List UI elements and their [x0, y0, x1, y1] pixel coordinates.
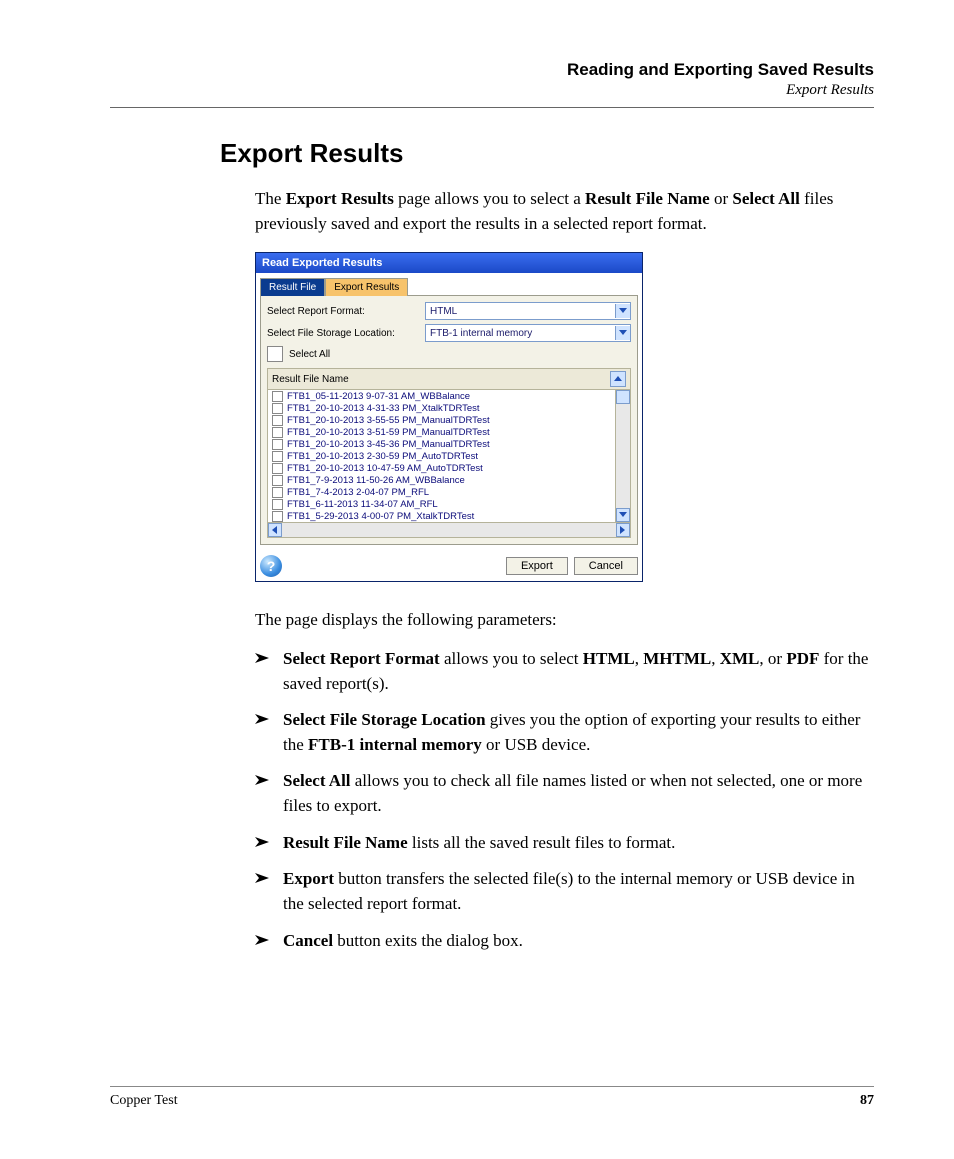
bullet-text: Select All allows you to check all file …: [283, 769, 874, 818]
page-number: 87: [860, 1093, 874, 1109]
params-intro: The page displays the following paramete…: [255, 608, 874, 633]
list-item[interactable]: FTB1_20-10-2013 3-51-59 PM_ManualTDRTest: [268, 426, 630, 438]
file-name: FTB1_20-10-2013 3-51-59 PM_ManualTDRTest: [287, 427, 490, 438]
select-all-label: Select All: [289, 349, 330, 360]
file-checkbox[interactable]: [272, 475, 283, 486]
list-item[interactable]: FTB1_7-9-2013 11-50-26 AM_WBBalance: [268, 474, 630, 486]
bullet-item: Export button transfers the selected fil…: [255, 867, 874, 916]
list-item[interactable]: FTB1_7-4-2013 2-04-07 PM_RFL: [268, 486, 630, 498]
bullet-text: Select Report Format allows you to selec…: [283, 647, 874, 696]
scroll-down-icon[interactable]: [616, 508, 630, 522]
bullet-item: Result File Name lists all the saved res…: [255, 831, 874, 856]
dialog-titlebar: Read Exported Results: [256, 253, 642, 273]
bullet-item: Select All allows you to check all file …: [255, 769, 874, 818]
file-name: FTB1_20-10-2013 4-31-33 PM_XtalkTDRTest: [287, 403, 480, 414]
arrow-bullet-icon: [255, 769, 283, 818]
page-title: Export Results: [220, 138, 874, 169]
footer-doc-title: Copper Test: [110, 1093, 178, 1109]
chevron-down-icon[interactable]: [615, 326, 630, 340]
list-item[interactable]: FTB1_20-10-2013 3-45-36 PM_ManualTDRTest: [268, 438, 630, 450]
file-checkbox[interactable]: [272, 415, 283, 426]
storage-location-select[interactable]: FTB-1 internal memory: [425, 324, 631, 342]
file-name: FTB1_6-11-2013 11-34-07 AM_RFL: [287, 499, 438, 510]
arrow-bullet-icon: [255, 647, 283, 696]
bullet-text: Result File Name lists all the saved res…: [283, 831, 874, 856]
scroll-up-icon[interactable]: [610, 371, 626, 387]
header-divider: [110, 107, 874, 108]
dialog-window: Read Exported Results Result File Export…: [255, 252, 643, 582]
bullet-text: Export button transfers the selected fil…: [283, 867, 874, 916]
file-checkbox[interactable]: [272, 463, 283, 474]
list-item[interactable]: FTB1_20-10-2013 3-55-55 PM_ManualTDRTest: [268, 414, 630, 426]
list-header: Result File Name: [272, 374, 349, 385]
arrow-bullet-icon: [255, 867, 283, 916]
bullet-item: Select Report Format allows you to selec…: [255, 647, 874, 696]
horizontal-scrollbar[interactable]: [267, 523, 631, 538]
scroll-left-icon[interactable]: [268, 523, 282, 537]
file-name: FTB1_7-9-2013 11-50-26 AM_WBBalance: [287, 475, 465, 486]
list-item[interactable]: FTB1_20-10-2013 10-47-59 AM_AutoTDRTest: [268, 462, 630, 474]
bullet-item: Select File Storage Location gives you t…: [255, 708, 874, 757]
report-format-label: Select Report Format:: [267, 306, 417, 317]
tab-result-file[interactable]: Result File: [260, 278, 325, 296]
bullet-text: Select File Storage Location gives you t…: [283, 708, 874, 757]
cancel-button[interactable]: Cancel: [574, 557, 638, 575]
scroll-right-icon[interactable]: [616, 523, 630, 537]
help-icon[interactable]: ?: [260, 555, 282, 577]
arrow-bullet-icon: [255, 708, 283, 757]
chapter-title: Reading and Exporting Saved Results: [110, 60, 874, 80]
arrow-bullet-icon: [255, 929, 283, 954]
file-checkbox[interactable]: [272, 511, 283, 522]
list-item[interactable]: FTB1_20-10-2013 4-31-33 PM_XtalkTDRTest: [268, 402, 630, 414]
file-checkbox[interactable]: [272, 403, 283, 414]
arrow-bullet-icon: [255, 831, 283, 856]
section-subtitle: Export Results: [110, 82, 874, 99]
tab-export-results[interactable]: Export Results: [325, 278, 408, 296]
scroll-up-icon[interactable]: [616, 390, 630, 404]
file-name: FTB1_20-10-2013 3-55-55 PM_ManualTDRTest: [287, 415, 490, 426]
report-format-select[interactable]: HTML: [425, 302, 631, 320]
storage-location-label: Select File Storage Location:: [267, 328, 417, 339]
list-item[interactable]: FTB1_5-29-2013 4-00-07 PM_XtalkTDRTest: [268, 510, 630, 522]
bullet-item: Cancel button exits the dialog box.: [255, 929, 874, 954]
file-name: FTB1_20-10-2013 3-45-36 PM_ManualTDRTest: [287, 439, 490, 450]
bullet-text: Cancel button exits the dialog box.: [283, 929, 874, 954]
file-checkbox[interactable]: [272, 499, 283, 510]
select-all-checkbox[interactable]: [267, 346, 283, 362]
file-checkbox[interactable]: [272, 391, 283, 402]
file-name: FTB1_05-11-2013 9-07-31 AM_WBBalance: [287, 391, 470, 402]
list-item[interactable]: FTB1_05-11-2013 9-07-31 AM_WBBalance: [268, 390, 630, 402]
file-checkbox[interactable]: [272, 439, 283, 450]
file-checkbox[interactable]: [272, 427, 283, 438]
file-checkbox[interactable]: [272, 451, 283, 462]
file-list[interactable]: FTB1_05-11-2013 9-07-31 AM_WBBalanceFTB1…: [267, 390, 631, 523]
file-name: FTB1_7-4-2013 2-04-07 PM_RFL: [287, 487, 429, 498]
chevron-down-icon[interactable]: [615, 304, 630, 318]
file-name: FTB1_5-29-2013 4-00-07 PM_XtalkTDRTest: [287, 511, 474, 522]
intro-paragraph: The Export Results page allows you to se…: [255, 187, 874, 236]
list-item[interactable]: FTB1_6-11-2013 11-34-07 AM_RFL: [268, 498, 630, 510]
vertical-scrollbar[interactable]: [615, 390, 630, 522]
file-name: FTB1_20-10-2013 2-30-59 PM_AutoTDRTest: [287, 451, 478, 462]
export-button[interactable]: Export: [506, 557, 568, 575]
file-checkbox[interactable]: [272, 487, 283, 498]
list-item[interactable]: FTB1_20-10-2013 2-30-59 PM_AutoTDRTest: [268, 450, 630, 462]
file-name: FTB1_20-10-2013 10-47-59 AM_AutoTDRTest: [287, 463, 483, 474]
